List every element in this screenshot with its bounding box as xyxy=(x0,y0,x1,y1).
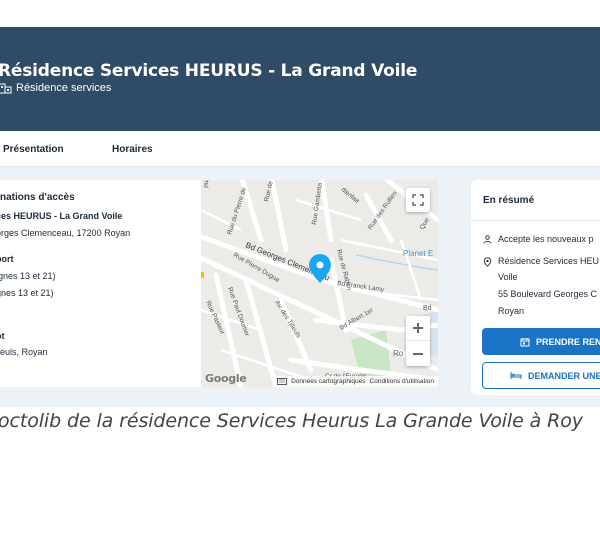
zoom-out-button[interactable] xyxy=(406,341,430,366)
minus-icon xyxy=(413,352,423,355)
zoom-in-button[interactable] xyxy=(406,316,430,341)
facility-header: Résidence Services HEURUS - La Grand Voi… xyxy=(0,27,600,131)
keyboard-icon[interactable] xyxy=(277,378,287,385)
access-address: orges Clemenceau, 17200 Royan xyxy=(0,228,131,238)
access-transport-line: ignes 13 et 21) xyxy=(0,271,56,281)
access-parking-heading: ot xyxy=(0,331,5,341)
summary-title: En résumé xyxy=(483,195,535,206)
calendar-icon xyxy=(520,337,530,346)
request-info-button[interactable]: DEMANDER UNE xyxy=(482,362,600,389)
divider xyxy=(471,220,600,221)
request-info-label: DEMANDER UNE xyxy=(528,370,600,381)
access-transport-line: gnes 13 et 21) xyxy=(0,288,54,298)
access-parking-line: lleuls, Royan xyxy=(0,347,48,357)
access-transport-heading: port xyxy=(0,254,14,264)
facility-title: Résidence Services HEURUS - La Grand Voi… xyxy=(0,61,418,81)
map-terms-link[interactable]: Conditions d'utilisation xyxy=(370,378,434,385)
map-street-label: Bd xyxy=(423,305,432,312)
bed-icon xyxy=(510,372,522,379)
location-pin-icon xyxy=(483,257,492,267)
map-canvas[interactable]: publique Rue du Pierre de Rue de Foch Ru… xyxy=(201,180,438,387)
summary-card: En résumé Accepte les nouveaux p Résiden… xyxy=(471,180,600,395)
accepts-text: Accepte les nouveaux p xyxy=(498,234,594,244)
fullscreen-button[interactable] xyxy=(406,188,430,212)
zoom-controls xyxy=(406,316,430,366)
building-icon xyxy=(0,83,12,94)
screenshot-frame: Résidence Services HEURUS - La Grand Voi… xyxy=(0,27,600,407)
person-icon xyxy=(483,235,492,244)
plus-icon xyxy=(413,323,423,333)
google-logo: Google xyxy=(205,372,247,385)
fullscreen-icon xyxy=(412,194,424,206)
facility-type: Résidence services xyxy=(0,82,111,94)
page: Résidence Services HEURUS - La Grand Voi… xyxy=(0,0,600,535)
facility-type-label: Résidence services xyxy=(16,82,112,94)
book-appointment-label: PRENDRE REN xyxy=(536,336,600,347)
map-data-link[interactable]: Données cartographiques xyxy=(291,378,365,385)
accepts-new-patients: Accepte les nouveaux p xyxy=(483,234,594,244)
access-name: ces HEURUS - La Grand Voile xyxy=(0,211,123,221)
summary-name-line: Résidence Services HEU xyxy=(498,256,600,266)
summary-location: Résidence Services HEU xyxy=(483,256,599,267)
location-map[interactable]: publique Rue du Pierre de Rue de Foch Ru… xyxy=(201,180,438,387)
summary-name-line: Voile xyxy=(498,272,518,282)
tab-bar: Présentation Horaires xyxy=(0,131,600,167)
tab-presentation[interactable]: Présentation xyxy=(3,144,64,155)
image-caption: octolib de la résidence Services Heurus … xyxy=(0,410,583,432)
map-poi-label: Planet E xyxy=(403,249,433,258)
book-appointment-button[interactable]: PRENDRE REN xyxy=(482,328,600,355)
summary-city: Royan xyxy=(498,306,525,316)
map-street-label: Ro xyxy=(393,349,404,358)
map-footer: Données cartographiques Conditions d'uti… xyxy=(273,376,438,387)
tab-horaires[interactable]: Horaires xyxy=(112,144,153,155)
access-title: nations d'accès xyxy=(0,192,75,203)
summary-address-line: 55 Boulevard Georges C xyxy=(498,289,598,299)
